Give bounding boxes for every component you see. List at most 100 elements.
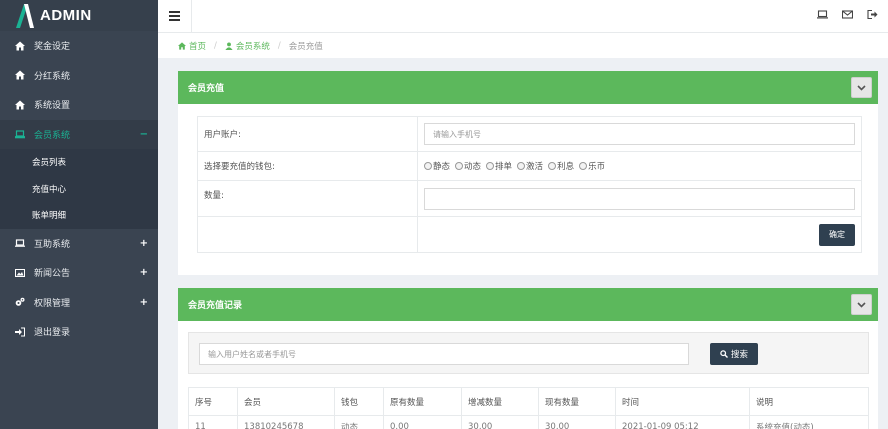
col-header: 钱包 bbox=[334, 387, 384, 416]
collapse-toggle[interactable]: − bbox=[140, 129, 148, 140]
records-panel: 会员充值记录 输入用户姓名或者手机号 搜索 序号 会员 钱包 原有数量 增减数量… bbox=[178, 288, 878, 429]
subnav-item-member-list[interactable]: 会员列表 bbox=[0, 149, 158, 176]
wallet-radio-dynamic[interactable]: 动态 bbox=[455, 160, 481, 172]
wallet-radio-lebi[interactable]: 乐币 bbox=[579, 160, 605, 172]
col-header: 会员 bbox=[237, 387, 335, 416]
chevron-down-icon bbox=[857, 85, 866, 91]
records-table: 序号 会员 钱包 原有数量 增减数量 现有数量 时间 说明 11 1381024… bbox=[188, 387, 869, 429]
brand-text: ADMIN bbox=[40, 7, 92, 24]
sidebar: ADMIN 奖金设定 分红系统 系统设置 会员系统 − 会员列表 充值中心 账单… bbox=[0, 0, 158, 429]
sidebar-item-label: 互助系统 bbox=[34, 239, 71, 250]
sidebar-item-mutual-aid[interactable]: 互助系统 + bbox=[0, 229, 158, 259]
table-cell: 动态 bbox=[334, 415, 384, 429]
recharge-panel-header: 会员充值 bbox=[178, 71, 878, 104]
sign-out-icon bbox=[867, 9, 878, 20]
expand-toggle[interactable]: + bbox=[140, 238, 148, 249]
subnav-item-recharge-center[interactable]: 充值中心 bbox=[0, 176, 158, 203]
menu-toggle-button[interactable] bbox=[158, 0, 192, 33]
table-cell: 30.00 bbox=[538, 415, 616, 429]
sidebar-item-dividend-system[interactable]: 分红系统 bbox=[0, 61, 158, 91]
col-header: 现有数量 bbox=[538, 387, 616, 416]
sidebar-item-label: 退出登录 bbox=[34, 328, 71, 339]
brand[interactable]: ADMIN bbox=[0, 0, 158, 31]
amount-input[interactable] bbox=[424, 187, 855, 210]
search-icon bbox=[720, 350, 728, 358]
expand-toggle[interactable]: + bbox=[140, 297, 148, 308]
wallet-radio-activation[interactable]: 激活 bbox=[517, 160, 543, 172]
col-header: 时间 bbox=[615, 387, 750, 416]
panel-title: 会员充值 bbox=[188, 84, 225, 94]
wallet-label: 选择要充值的钱包: bbox=[197, 151, 418, 181]
amount-label: 数量: bbox=[197, 180, 418, 217]
screen-button[interactable] bbox=[817, 9, 828, 23]
search-button[interactable]: 搜索 bbox=[710, 343, 758, 365]
laptop-icon bbox=[817, 10, 828, 19]
table-header-row: 序号 会员 钱包 原有数量 增减数量 现有数量 时间 说明 bbox=[188, 387, 869, 416]
col-header: 原有数量 bbox=[383, 387, 462, 416]
table-row: 11 13810245678 动态 0.00 30.00 30.00 2021-… bbox=[188, 415, 869, 429]
recharge-form: 用户账户: 请输入手机号 选择要充值的钱包: 静态 动态 排单 激活 利息 乐币… bbox=[197, 116, 862, 253]
logo-icon bbox=[16, 3, 34, 28]
home-icon bbox=[14, 99, 25, 110]
collapse-button[interactable] bbox=[851, 77, 872, 98]
laptop-icon bbox=[14, 129, 25, 140]
expand-toggle[interactable]: + bbox=[140, 267, 148, 278]
sidebar-item-label: 奖金设定 bbox=[34, 42, 71, 53]
sidebar-nav: 奖金设定 分红系统 系统设置 会员系统 − 会员列表 充值中心 账单明细 互助系… bbox=[0, 31, 158, 347]
account-label: 用户账户: bbox=[197, 116, 418, 152]
subnav-item-bill-details[interactable]: 账单明细 bbox=[0, 202, 158, 229]
sidebar-item-label: 系统设置 bbox=[34, 101, 71, 112]
col-header: 增减数量 bbox=[461, 387, 539, 416]
wallet-radio-static[interactable]: 静态 bbox=[424, 160, 450, 172]
table-cell: 2021-01-09 05:12 bbox=[615, 415, 750, 429]
envelope-icon bbox=[841, 10, 854, 19]
home-icon bbox=[14, 70, 25, 81]
messages-button[interactable] bbox=[841, 9, 854, 23]
search-well: 输入用户姓名或者手机号 搜索 bbox=[188, 332, 869, 374]
table-cell: 系统充值(动态) bbox=[749, 415, 869, 429]
cogs-icon bbox=[14, 297, 25, 308]
hamburger-icon bbox=[169, 11, 180, 21]
account-input[interactable]: 请输入手机号 bbox=[424, 123, 855, 145]
confirm-button[interactable]: 确定 bbox=[819, 223, 855, 246]
user-icon bbox=[225, 41, 233, 50]
sidebar-item-logout[interactable]: 退出登录 bbox=[0, 317, 158, 347]
logout-button[interactable] bbox=[867, 9, 878, 23]
col-header: 说明 bbox=[749, 387, 869, 416]
wallet-radio-group: 静态 动态 排单 激活 利息 乐币 bbox=[424, 160, 861, 172]
breadcrumb-home[interactable]: 首页 bbox=[189, 40, 206, 52]
collapse-button[interactable] bbox=[851, 294, 872, 315]
records-panel-header: 会员充值记录 bbox=[178, 288, 878, 321]
topbar bbox=[158, 0, 888, 33]
sidebar-item-system-settings[interactable]: 系统设置 bbox=[0, 90, 158, 120]
chevron-down-icon bbox=[857, 302, 866, 308]
breadcrumb-separator: / bbox=[214, 40, 217, 51]
sidebar-item-label: 分红系统 bbox=[34, 71, 71, 82]
breadcrumb: 首页 / 会员系统 / 会员充值 bbox=[158, 33, 888, 58]
sidebar-item-news[interactable]: 新闻公告 + bbox=[0, 258, 158, 288]
table-cell: 11 bbox=[188, 415, 238, 429]
sidebar-item-permissions[interactable]: 权限管理 + bbox=[0, 288, 158, 318]
col-header: 序号 bbox=[188, 387, 238, 416]
breadcrumb-section[interactable]: 会员系统 bbox=[236, 40, 270, 52]
panel-title: 会员充值记录 bbox=[188, 301, 243, 311]
sidebar-item-label: 新闻公告 bbox=[34, 269, 71, 280]
home-icon bbox=[14, 40, 25, 51]
sidebar-item-bonus-settings[interactable]: 奖金设定 bbox=[0, 31, 158, 61]
breadcrumb-current: 会员充值 bbox=[288, 41, 323, 52]
table-cell: 13810245678 bbox=[237, 415, 335, 429]
table-cell: 30.00 bbox=[461, 415, 539, 429]
breadcrumb-separator: / bbox=[277, 40, 281, 51]
topbar-actions bbox=[817, 9, 888, 23]
search-input[interactable]: 输入用户姓名或者手机号 bbox=[199, 343, 689, 365]
wallet-radio-order[interactable]: 排单 bbox=[486, 160, 512, 172]
home-icon bbox=[178, 41, 186, 50]
picture-icon bbox=[14, 267, 25, 278]
wallet-radio-interest[interactable]: 利息 bbox=[548, 160, 574, 172]
sidebar-item-member-system[interactable]: 会员系统 − bbox=[0, 119, 158, 149]
table-cell: 0.00 bbox=[383, 415, 462, 429]
search-button-label: 搜索 bbox=[730, 350, 748, 360]
member-subnav: 会员列表 充值中心 账单明细 bbox=[0, 149, 158, 229]
recharge-panel: 会员充值 用户账户: 请输入手机号 选择要充值的钱包: 静态 动态 排单 激活 … bbox=[178, 71, 878, 275]
sign-in-icon bbox=[14, 326, 25, 337]
